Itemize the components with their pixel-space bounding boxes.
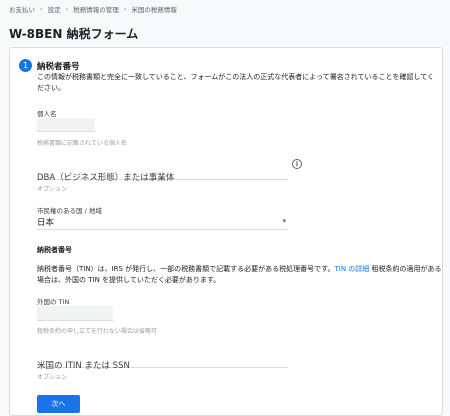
individual-name-helper: 税務書類に記載されている個人名 bbox=[37, 140, 127, 147]
breadcrumb-separator: › bbox=[40, 5, 43, 13]
citizenship-value: 日本 bbox=[37, 218, 55, 228]
page-title: W-8BEN 納税フォーム bbox=[9, 27, 139, 41]
tin-section-heading: 納税者番号 bbox=[37, 246, 72, 254]
tax-form-card: 1 納税者番号 この情報が税務書類と完全に一致していること、フォームがこの法人の… bbox=[9, 47, 443, 416]
individual-name-label: 個人名 bbox=[37, 110, 57, 118]
breadcrumb-item-tax-info[interactable]: 税務情報の管理 bbox=[73, 4, 119, 14]
step-title: 納税者番号 bbox=[37, 62, 80, 72]
breadcrumb-item-settings[interactable]: 設定 bbox=[48, 4, 61, 14]
individual-name-input[interactable] bbox=[37, 118, 95, 132]
foreign-tin-helper: 租税条約の申し立てを行わない場合は省略可 bbox=[37, 328, 157, 335]
step-number-badge: 1 bbox=[19, 59, 32, 72]
next-button[interactable]: 次へ bbox=[37, 395, 80, 413]
dba-helper: オプション bbox=[37, 186, 68, 193]
us-tin-placeholder: 米国の ITIN または SSN bbox=[37, 361, 130, 371]
tin-details-link[interactable]: TIN の詳細 bbox=[334, 265, 369, 273]
tin-text-before-link: 納税者番号（TIN）は、IRS が発行し、一部の税務書類で記載する必要がある税処… bbox=[37, 265, 335, 273]
citizenship-label: 市民権のある国 / 地域 bbox=[37, 207, 102, 215]
breadcrumb-item-us-tax: 米国の税務情報 bbox=[131, 6, 177, 14]
us-tin-helper: オプション bbox=[37, 374, 68, 381]
foreign-tin-input[interactable] bbox=[37, 306, 113, 321]
us-tin-input[interactable]: 米国の ITIN または SSN bbox=[37, 353, 288, 371]
tin-section-description: 納税者番号（TIN）は、IRS が発行し、一部の税務書類で記載する必要がある税処… bbox=[37, 264, 442, 285]
chevron-down-icon: ▾ bbox=[282, 217, 286, 225]
dba-placeholder: DBA（ビジネス形態）または事業体 bbox=[37, 173, 175, 183]
step-description: この情報が税務書類と完全に一致していること、フォームがこの法人の正式な代表者によ… bbox=[37, 73, 435, 92]
breadcrumb-item-payments[interactable]: お支払い bbox=[9, 4, 35, 14]
citizenship-select[interactable]: 日本 ▾ bbox=[37, 216, 288, 230]
foreign-tin-label: 外国の TIN bbox=[37, 298, 70, 306]
breadcrumb-separator: › bbox=[65, 5, 69, 13]
breadcrumb-separator: › bbox=[123, 5, 127, 13]
dba-input[interactable]: DBA（ビジネス形態）または事業体 bbox=[37, 165, 288, 183]
breadcrumb: お支払い › 設定 › 税務情報の管理 › 米国の税務情報 bbox=[9, 4, 177, 14]
info-icon[interactable]: i bbox=[292, 159, 302, 169]
